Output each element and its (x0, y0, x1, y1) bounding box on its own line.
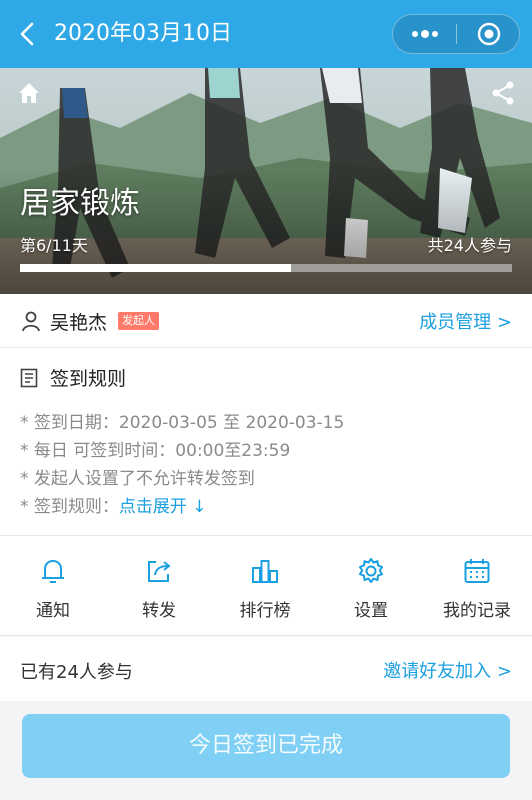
participants-row: 已有24人参与 邀请好友加入 > (0, 637, 532, 701)
top-bar: 2020年03月10日 (0, 0, 532, 68)
initiator-name: 吴艳杰 (50, 312, 108, 334)
ranking-icon (252, 560, 278, 583)
calendar-icon (464, 559, 490, 583)
member-manage-link[interactable]: 成员管理 > (419, 308, 512, 334)
forward-button[interactable]: 转发 (106, 536, 212, 636)
participants-count: 已有24人参与 (20, 662, 133, 683)
ranking-button[interactable]: 排行榜 (212, 536, 318, 636)
action-label: 排行榜 (239, 601, 291, 621)
more-dots-icon (411, 30, 438, 38)
miniprogram-capsule (392, 14, 520, 54)
participant-count-text: 共24人参与 (427, 236, 512, 255)
bell-icon (42, 559, 64, 583)
rules-title: 签到规则 (50, 368, 127, 390)
document-icon (20, 368, 38, 388)
home-icon[interactable] (16, 80, 42, 106)
action-grid: 通知 转发 排行榜 设置 我的记录 (0, 536, 532, 636)
rule-line: * 签到日期：2020-03-05 至 2020-03-15 (20, 413, 345, 433)
back-arrow-icon[interactable] (14, 20, 42, 48)
action-label: 设置 (354, 601, 388, 621)
target-close-icon (477, 22, 500, 46)
my-records-button[interactable]: 我的记录 (424, 536, 530, 636)
action-label: 我的记录 (443, 601, 511, 621)
settings-button[interactable]: 设置 (318, 536, 424, 636)
rule-line: * 发起人设置了不允许转发签到 (20, 469, 255, 489)
day-progress-text: 第6/11天 (20, 236, 88, 255)
activity-title: 居家锻炼 (20, 186, 140, 221)
rule-line: * 每日 可签到时间：00:00至23:59 (20, 441, 291, 461)
rules-section: 签到规则 * 签到日期：2020-03-05 至 2020-03-15 * 每日… (0, 348, 532, 536)
share-out-icon (148, 561, 171, 582)
expand-rules-link[interactable]: 点击展开 ↓ (119, 497, 207, 517)
hero-banner: 居家锻炼 第6/11天 共24人参与 (0, 68, 532, 294)
close-miniprogram-button[interactable] (457, 15, 520, 53)
progress-bar (20, 264, 512, 272)
action-label: 转发 (142, 601, 176, 621)
page-title: 2020年03月10日 (54, 21, 232, 46)
share-icon[interactable] (490, 80, 516, 106)
person-icon (22, 311, 40, 332)
initiator-row: 吴艳杰 发起人 成员管理 > (0, 294, 532, 348)
initiator-badge: 发起人 (118, 312, 159, 330)
progress-bar-fill (20, 264, 291, 272)
action-label: 通知 (36, 601, 70, 621)
checkin-button[interactable]: 今日签到已完成 (22, 714, 510, 778)
gear-icon (359, 558, 383, 583)
rule-prefix: * 签到规则： (20, 497, 119, 517)
notify-button[interactable]: 通知 (0, 536, 106, 636)
rule-line-expand: * 签到规则：点击展开 ↓ (20, 492, 207, 517)
more-menu-button[interactable] (393, 15, 456, 53)
invite-friends-link[interactable]: 邀请好友加入 > (383, 657, 512, 683)
